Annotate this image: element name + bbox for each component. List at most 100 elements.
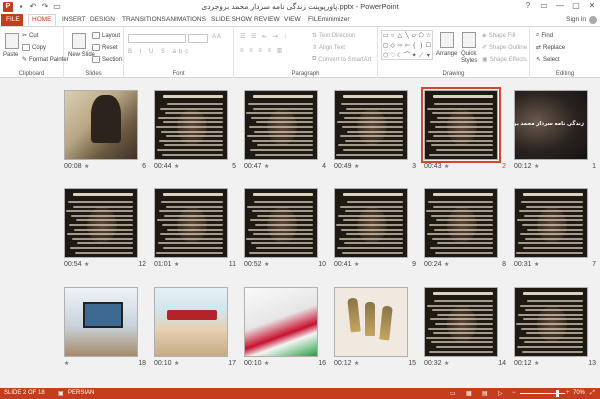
tab-slide-show[interactable]: SLIDE SHOW	[211, 14, 252, 26]
tab-fileminimizer[interactable]: FILEminimizer	[308, 14, 350, 26]
reset-button[interactable]: Reset	[92, 44, 118, 51]
find-button[interactable]: ⌕ Find	[536, 32, 553, 39]
reading-view-icon[interactable]: ▤	[482, 390, 488, 397]
slide-thumbnail[interactable]	[64, 90, 138, 160]
slide-thumbnail[interactable]	[244, 287, 318, 357]
transition-star-icon[interactable]: ★	[444, 163, 449, 170]
text-direction-button[interactable]: ⇅ Text Direction	[312, 32, 355, 40]
maximize-icon[interactable]: ▢	[568, 0, 584, 12]
shapes-gallery[interactable]: ▭ ○ △ ╲ ▱ ⬠ ☆ ▢ ◇ ⇨ ⇦{} ☐ ⬡ ♡ ☾ ⌒ ✦ ⟋ ▾	[381, 30, 433, 60]
shape-fill-button[interactable]: ◈ Shape Fill	[482, 32, 515, 40]
transition-star-icon[interactable]: ★	[84, 261, 89, 268]
convert-smartart-button[interactable]: ⧉ Convert to SmartArt	[312, 56, 371, 63]
paste-icon[interactable]	[5, 33, 19, 49]
transition-star-icon[interactable]: ★	[174, 163, 179, 170]
minimize-icon[interactable]: —	[552, 0, 568, 12]
quick-styles-icon[interactable]	[462, 32, 476, 48]
zoom-level[interactable]: 70%	[573, 390, 585, 396]
zoom-slider-thumb[interactable]	[556, 390, 559, 397]
replace-button[interactable]: ⇄ Replace	[536, 44, 565, 52]
shape-effects-button[interactable]: ▣ Shape Effects	[482, 56, 527, 64]
zoom-in-icon[interactable]: +	[566, 390, 570, 396]
slide-text-line	[345, 210, 403, 213]
tab-review[interactable]: REVIEW	[254, 14, 280, 26]
slide-thumbnail[interactable]	[64, 287, 138, 357]
copy-button[interactable]: Copy	[22, 44, 46, 51]
slide-thumbnail[interactable]	[154, 90, 228, 160]
arrange-icon[interactable]	[440, 32, 454, 48]
help-icon[interactable]: ?	[520, 0, 536, 12]
select-button[interactable]: ↖ Select	[536, 56, 560, 64]
ribbon-display-icon[interactable]: ▭	[536, 0, 552, 12]
sign-in-link[interactable]: Sign in	[566, 14, 586, 26]
transition-star-icon[interactable]: ★	[534, 261, 539, 268]
slide-meta: 00:32 ★ 14	[424, 360, 506, 370]
tab-transitions[interactable]: TRANSITIONS	[122, 14, 166, 26]
section-button[interactable]: Section	[92, 56, 122, 63]
transition-star-icon[interactable]: ★	[264, 360, 269, 367]
font-name-field[interactable]	[128, 34, 186, 43]
slide-thumbnail[interactable]	[64, 188, 138, 258]
layout-button[interactable]: Layout	[92, 32, 120, 39]
slide-thumbnail[interactable]	[421, 87, 501, 163]
slide-thumbnail[interactable]	[334, 188, 408, 258]
slide-thumbnail[interactable]	[154, 287, 228, 357]
transition-star-icon[interactable]: ★	[64, 360, 69, 367]
slide-thumbnail[interactable]	[334, 90, 408, 160]
transition-star-icon[interactable]: ★	[174, 360, 179, 367]
normal-view-icon[interactable]: ▭	[450, 390, 456, 397]
tab-design[interactable]: DESIGN	[90, 14, 115, 26]
transition-star-icon[interactable]: ★	[354, 261, 359, 268]
font-size-arrows[interactable]: A A	[212, 34, 221, 40]
tab-file[interactable]: FILE	[1, 14, 23, 26]
tab-home[interactable]: HOME	[28, 14, 56, 26]
slide-thumbnail[interactable]	[244, 90, 318, 160]
slide-thumbnail[interactable]	[334, 287, 408, 357]
slide-thumbnail[interactable]	[514, 188, 588, 258]
proofing-icon[interactable]: ▣	[58, 390, 64, 397]
transition-star-icon[interactable]: ★	[534, 163, 539, 170]
transition-star-icon[interactable]: ★	[354, 163, 359, 170]
slide-thumbnail[interactable]	[244, 188, 318, 258]
font-size-field[interactable]	[188, 34, 208, 43]
tab-insert[interactable]: INSERT	[62, 14, 86, 26]
language-label[interactable]: PERSIAN	[68, 390, 94, 396]
slide-text-line	[433, 332, 493, 335]
cut-button[interactable]: ✂ Cut	[22, 32, 38, 40]
paste-button[interactable]: Paste	[3, 52, 18, 58]
align-buttons[interactable]: ≡ ≡ ≡ ≡ ▥	[240, 47, 284, 54]
slideshow-view-icon[interactable]: ▷	[498, 390, 503, 397]
tab-view[interactable]: VIEW	[284, 14, 301, 26]
format-painter-button[interactable]: ✎ Format Painter	[22, 56, 69, 64]
arrange-button[interactable]: Arrange	[436, 51, 457, 57]
transition-star-icon[interactable]: ★	[84, 163, 89, 170]
quick-styles-button[interactable]: Quick Styles	[461, 51, 481, 65]
slide-thumbnail[interactable]	[424, 287, 498, 357]
new-slide-button[interactable]: New Slide	[68, 52, 95, 58]
zoom-out-icon[interactable]: −	[512, 390, 516, 396]
transition-star-icon[interactable]: ★	[264, 163, 269, 170]
tab-animations[interactable]: ANIMATIONS	[166, 14, 206, 26]
transition-star-icon[interactable]: ★	[534, 360, 539, 367]
slide-thumbnail[interactable]: زندگی نامه سردار محمد بروجردی	[514, 90, 588, 160]
slide-thumbnail[interactable]	[424, 188, 498, 258]
fit-slide-icon[interactable]: ⤢	[590, 390, 595, 397]
slide-text-line	[158, 242, 223, 245]
close-icon[interactable]: ✕	[584, 0, 600, 12]
slide-number: 13	[588, 360, 596, 367]
slide-sorter-view-icon[interactable]: ▦	[466, 390, 472, 397]
transition-star-icon[interactable]: ★	[444, 360, 449, 367]
account-face-icon[interactable]	[589, 16, 597, 24]
transition-star-icon[interactable]: ★	[264, 261, 269, 268]
slide-thumbnail[interactable]	[514, 287, 588, 357]
align-text-button[interactable]: ⇕ Align Text	[312, 44, 345, 52]
transition-star-icon[interactable]: ★	[444, 261, 449, 268]
slide-thumbnail[interactable]	[154, 188, 228, 258]
shape-outline-button[interactable]: ✐ Shape Outline	[482, 44, 527, 52]
transition-star-icon[interactable]: ★	[354, 360, 359, 367]
list-buttons[interactable]: ☰ ☰ ⇤ ⇥ ↕	[240, 33, 288, 40]
paragraph-group: ☰ ☰ ⇤ ⇥ ↕ ≡ ≡ ≡ ≡ ▥ ⇅ Text Direction ⇕ Ali…	[234, 27, 378, 78]
transition-star-icon[interactable]: ★	[174, 261, 179, 268]
font-format-buttons[interactable]: B I U S abc	[128, 49, 191, 55]
new-slide-icon[interactable]	[72, 33, 86, 49]
